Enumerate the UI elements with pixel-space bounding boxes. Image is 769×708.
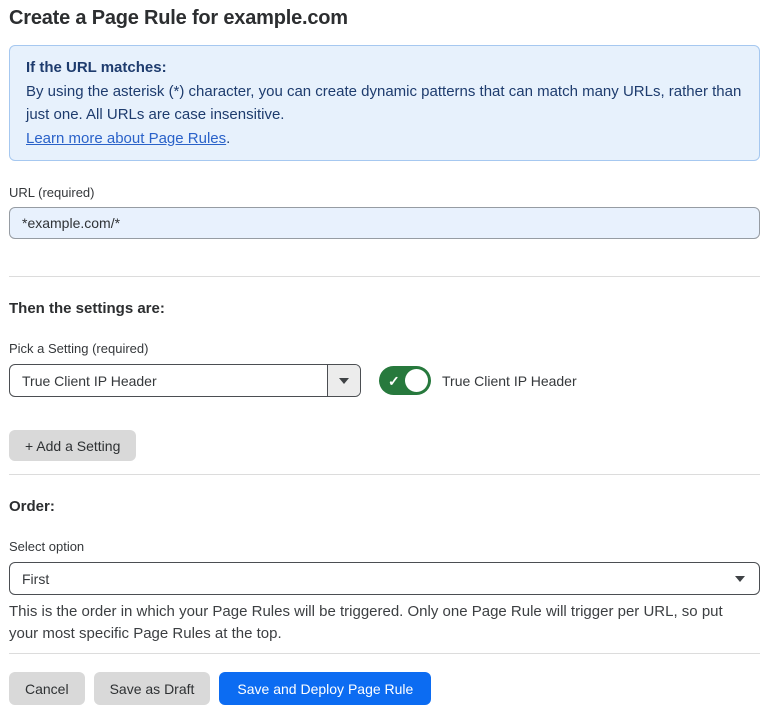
order-help-text: This is the order in which your Page Rul… [9, 601, 754, 645]
info-box-link-line: Learn more about Page Rules. [26, 127, 743, 151]
setting-select-dropdown-button[interactable] [327, 365, 360, 396]
info-box-heading: If the URL matches: [26, 56, 743, 80]
url-label: URL (required) [9, 185, 760, 200]
toggle-label: True Client IP Header [442, 373, 577, 389]
url-input[interactable] [9, 207, 760, 239]
chevron-down-icon [339, 378, 349, 384]
divider [9, 276, 760, 277]
toggle-knob [405, 369, 428, 392]
chevron-down-icon [735, 576, 745, 582]
setting-select-value: True Client IP Header [10, 373, 157, 389]
page-title: Create a Page Rule for example.com [9, 4, 760, 32]
form-actions: Cancel Save as Draft Save and Deploy Pag… [9, 672, 760, 705]
info-box-body: By using the asterisk (*) character, you… [26, 80, 743, 127]
setting-select[interactable]: True Client IP Header [9, 364, 361, 397]
order-select[interactable]: First [9, 562, 760, 595]
add-setting-button[interactable]: + Add a Setting [9, 430, 136, 461]
divider [9, 653, 760, 654]
order-section-heading: Order: [9, 497, 760, 516]
create-page-rule-form: Create a Page Rule for example.com If th… [0, 0, 769, 705]
pick-setting-label: Pick a Setting (required) [9, 341, 760, 356]
save-as-draft-button[interactable]: Save as Draft [94, 672, 211, 705]
order-select-value: First [10, 571, 49, 587]
link-suffix: . [226, 130, 230, 147]
divider [9, 474, 760, 475]
save-and-deploy-button[interactable]: Save and Deploy Page Rule [219, 672, 431, 705]
setting-row: True Client IP Header ✓ True Client IP H… [9, 364, 760, 397]
order-select-label: Select option [9, 539, 760, 554]
settings-section-heading: Then the settings are: [9, 299, 760, 318]
cancel-button[interactable]: Cancel [9, 672, 85, 705]
url-matches-info-box: If the URL matches: By using the asteris… [9, 45, 760, 161]
setting-toggle[interactable]: ✓ [379, 366, 431, 395]
check-icon: ✓ [388, 374, 400, 388]
learn-more-link[interactable]: Learn more about Page Rules [26, 130, 226, 147]
